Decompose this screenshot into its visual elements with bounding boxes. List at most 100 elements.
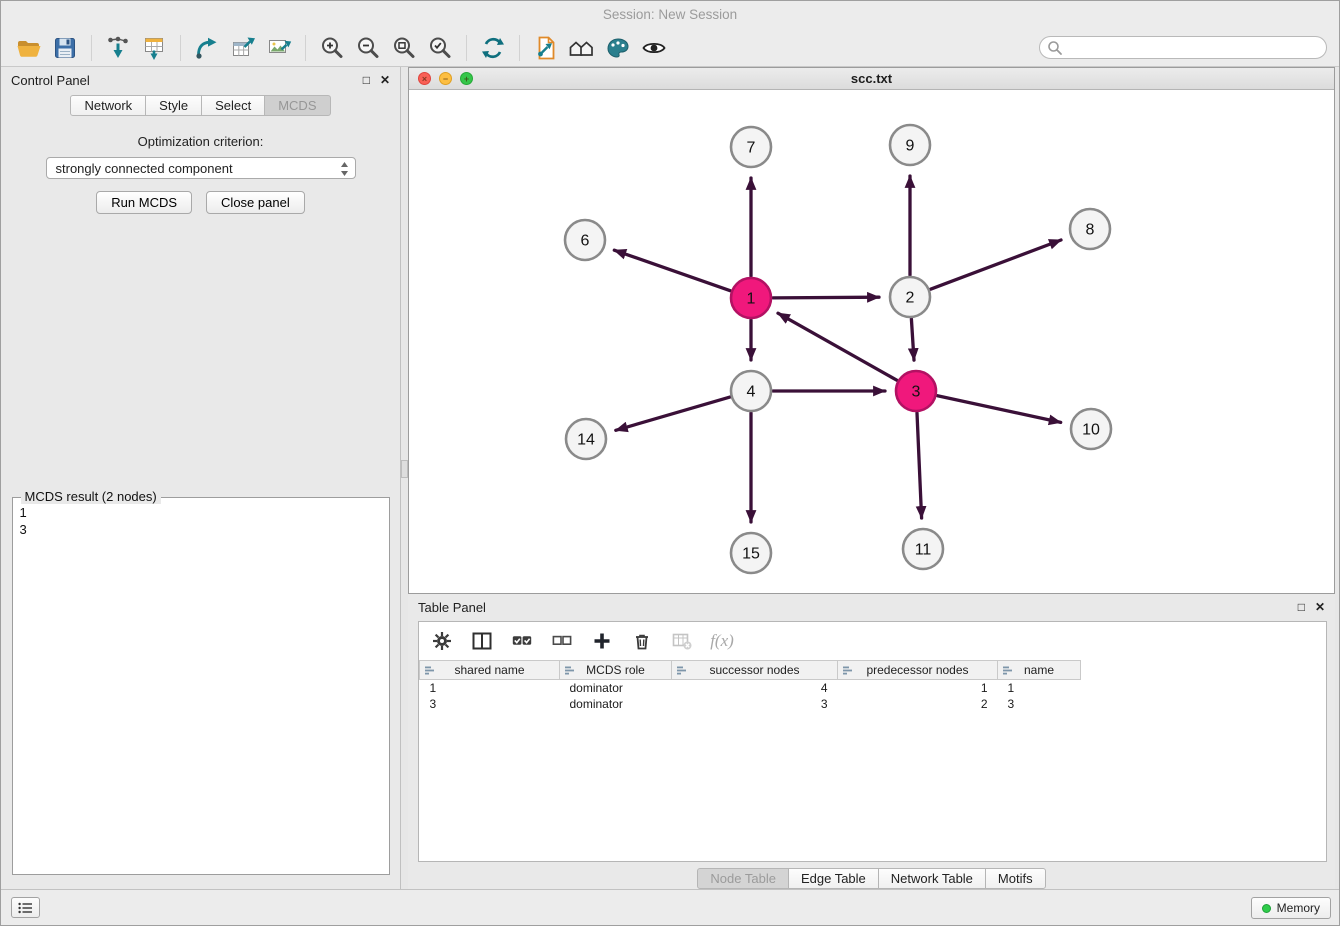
add-column-button[interactable] [591, 630, 613, 652]
import-table-button[interactable] [136, 32, 172, 64]
task-history-button[interactable] [11, 897, 40, 918]
apps-home-button[interactable] [564, 32, 600, 64]
refresh-button[interactable] [475, 32, 511, 64]
zoom-out-button[interactable] [350, 32, 386, 64]
zoom-window-icon[interactable]: + [460, 72, 473, 85]
trash-icon [632, 631, 652, 651]
edge-4-to-14[interactable] [616, 397, 730, 430]
toolbar-separator [305, 35, 306, 61]
show-hide-button[interactable] [636, 32, 672, 64]
node-1[interactable]: 1 [731, 278, 771, 318]
column-header-name[interactable]: name [998, 661, 1081, 680]
chevron-up-down-icon [340, 161, 349, 177]
table-cell: 1 [420, 680, 560, 697]
close-panel-icon[interactable]: ✕ [1315, 600, 1325, 614]
node-8[interactable]: 8 [1070, 209, 1110, 249]
zoom-out-icon [355, 35, 381, 61]
export-table-button[interactable] [225, 32, 261, 64]
edge-2-to-3[interactable] [911, 319, 914, 360]
select-all-button[interactable] [511, 630, 533, 652]
svg-text:4: 4 [747, 384, 756, 401]
run-mcds-button[interactable]: Run MCDS [96, 191, 192, 214]
column-header-shared-name[interactable]: shared name [420, 661, 560, 680]
search-field [1039, 36, 1327, 59]
statusbar: Memory [1, 889, 1339, 925]
show-columns-button[interactable] [471, 630, 493, 652]
minimize-window-icon[interactable]: − [439, 72, 452, 85]
toolbar-separator [519, 35, 520, 61]
tab-edge-table[interactable]: Edge Table [788, 868, 879, 889]
network-view-window: × − + scc.txt 7 9 6 8 1 2 4 3 14 10 15 11 [408, 67, 1335, 594]
network-window-title: scc.txt [851, 71, 892, 86]
zoom-in-button[interactable] [314, 32, 350, 64]
node-7[interactable]: 7 [731, 127, 771, 167]
optimization-criterion-select[interactable]: strongly connected component [46, 157, 356, 179]
edge-3-to-1[interactable] [778, 313, 897, 380]
table-row[interactable]: 1dominator411 [420, 680, 1081, 697]
new-network-button[interactable] [189, 32, 225, 64]
tab-style[interactable]: Style [145, 95, 202, 116]
list-icon [18, 902, 33, 914]
tab-node-table[interactable]: Node Table [697, 868, 789, 889]
svg-text:1: 1 [747, 291, 756, 308]
mcds-result-box: MCDS result (2 nodes) 1 3 [12, 497, 390, 875]
node-11[interactable]: 11 [903, 529, 943, 569]
search-input[interactable] [1039, 36, 1327, 59]
tab-motifs[interactable]: Motifs [985, 868, 1046, 889]
float-panel-icon[interactable]: □ [1298, 600, 1305, 614]
delete-table-icon [672, 631, 692, 651]
close-panel-button[interactable]: Close panel [206, 191, 305, 214]
vertical-splitter-grip[interactable] [401, 460, 408, 478]
edge-3-to-11[interactable] [917, 413, 922, 518]
node-15[interactable]: 15 [731, 533, 771, 573]
tab-mcds[interactable]: MCDS [264, 95, 330, 116]
edge-1-to-6[interactable] [614, 250, 730, 291]
column-label: name [1024, 663, 1054, 677]
edge-3-to-10[interactable] [938, 396, 1061, 423]
save-session-button[interactable] [47, 32, 83, 64]
node-14[interactable]: 14 [566, 419, 606, 459]
column-header-successor-nodes[interactable]: successor nodes [672, 661, 838, 680]
export-image-button[interactable] [261, 32, 297, 64]
table-settings-button[interactable] [431, 630, 453, 652]
svg-text:15: 15 [742, 546, 760, 563]
svg-text:6: 6 [581, 233, 590, 250]
mcds-tab-content: Optimization criterion: strongly connect… [1, 116, 400, 889]
node-3[interactable]: 3 [896, 371, 936, 411]
memory-button[interactable]: Memory [1251, 897, 1331, 919]
zoom-selected-button[interactable] [422, 32, 458, 64]
main-toolbar [1, 29, 1339, 67]
tab-network[interactable]: Network [70, 95, 146, 116]
node-9[interactable]: 9 [890, 125, 930, 165]
import-network-button[interactable] [100, 32, 136, 64]
edge-1-to-2[interactable] [773, 297, 879, 298]
eye-icon [641, 35, 667, 61]
node-2[interactable]: 2 [890, 277, 930, 317]
column-header-predecessor-nodes[interactable]: predecessor nodes [838, 661, 998, 680]
edge-2-to-8[interactable] [931, 240, 1061, 289]
close-panel-icon[interactable]: ✕ [380, 73, 390, 87]
network-canvas[interactable]: 7 9 6 8 1 2 4 3 14 10 15 11 [409, 90, 1334, 593]
tab-network-table[interactable]: Network Table [878, 868, 986, 889]
application-window: Session: New Session [0, 0, 1340, 926]
open-file-button[interactable] [11, 32, 47, 64]
clear-selection-button[interactable] [551, 630, 573, 652]
style-preview-button[interactable] [600, 32, 636, 64]
column-header-MCDS-role[interactable]: MCDS role [560, 661, 672, 680]
tab-select[interactable]: Select [201, 95, 265, 116]
table-row[interactable]: 3dominator323 [420, 696, 1081, 712]
delete-column-button[interactable] [631, 630, 653, 652]
svg-text:2: 2 [906, 290, 915, 307]
table-cell: 3 [672, 696, 838, 712]
open-folder-icon [16, 35, 42, 61]
open-session-file-button[interactable] [528, 32, 564, 64]
mcds-result-lines[interactable]: 1 3 [13, 498, 389, 874]
float-panel-icon[interactable]: □ [363, 73, 370, 87]
table-cell: 4 [672, 680, 838, 697]
node-4[interactable]: 4 [731, 371, 771, 411]
node-6[interactable]: 6 [565, 220, 605, 260]
new-network-icon [194, 35, 220, 61]
node-10[interactable]: 10 [1071, 409, 1111, 449]
close-window-icon[interactable]: × [418, 72, 431, 85]
zoom-fit-button[interactable] [386, 32, 422, 64]
